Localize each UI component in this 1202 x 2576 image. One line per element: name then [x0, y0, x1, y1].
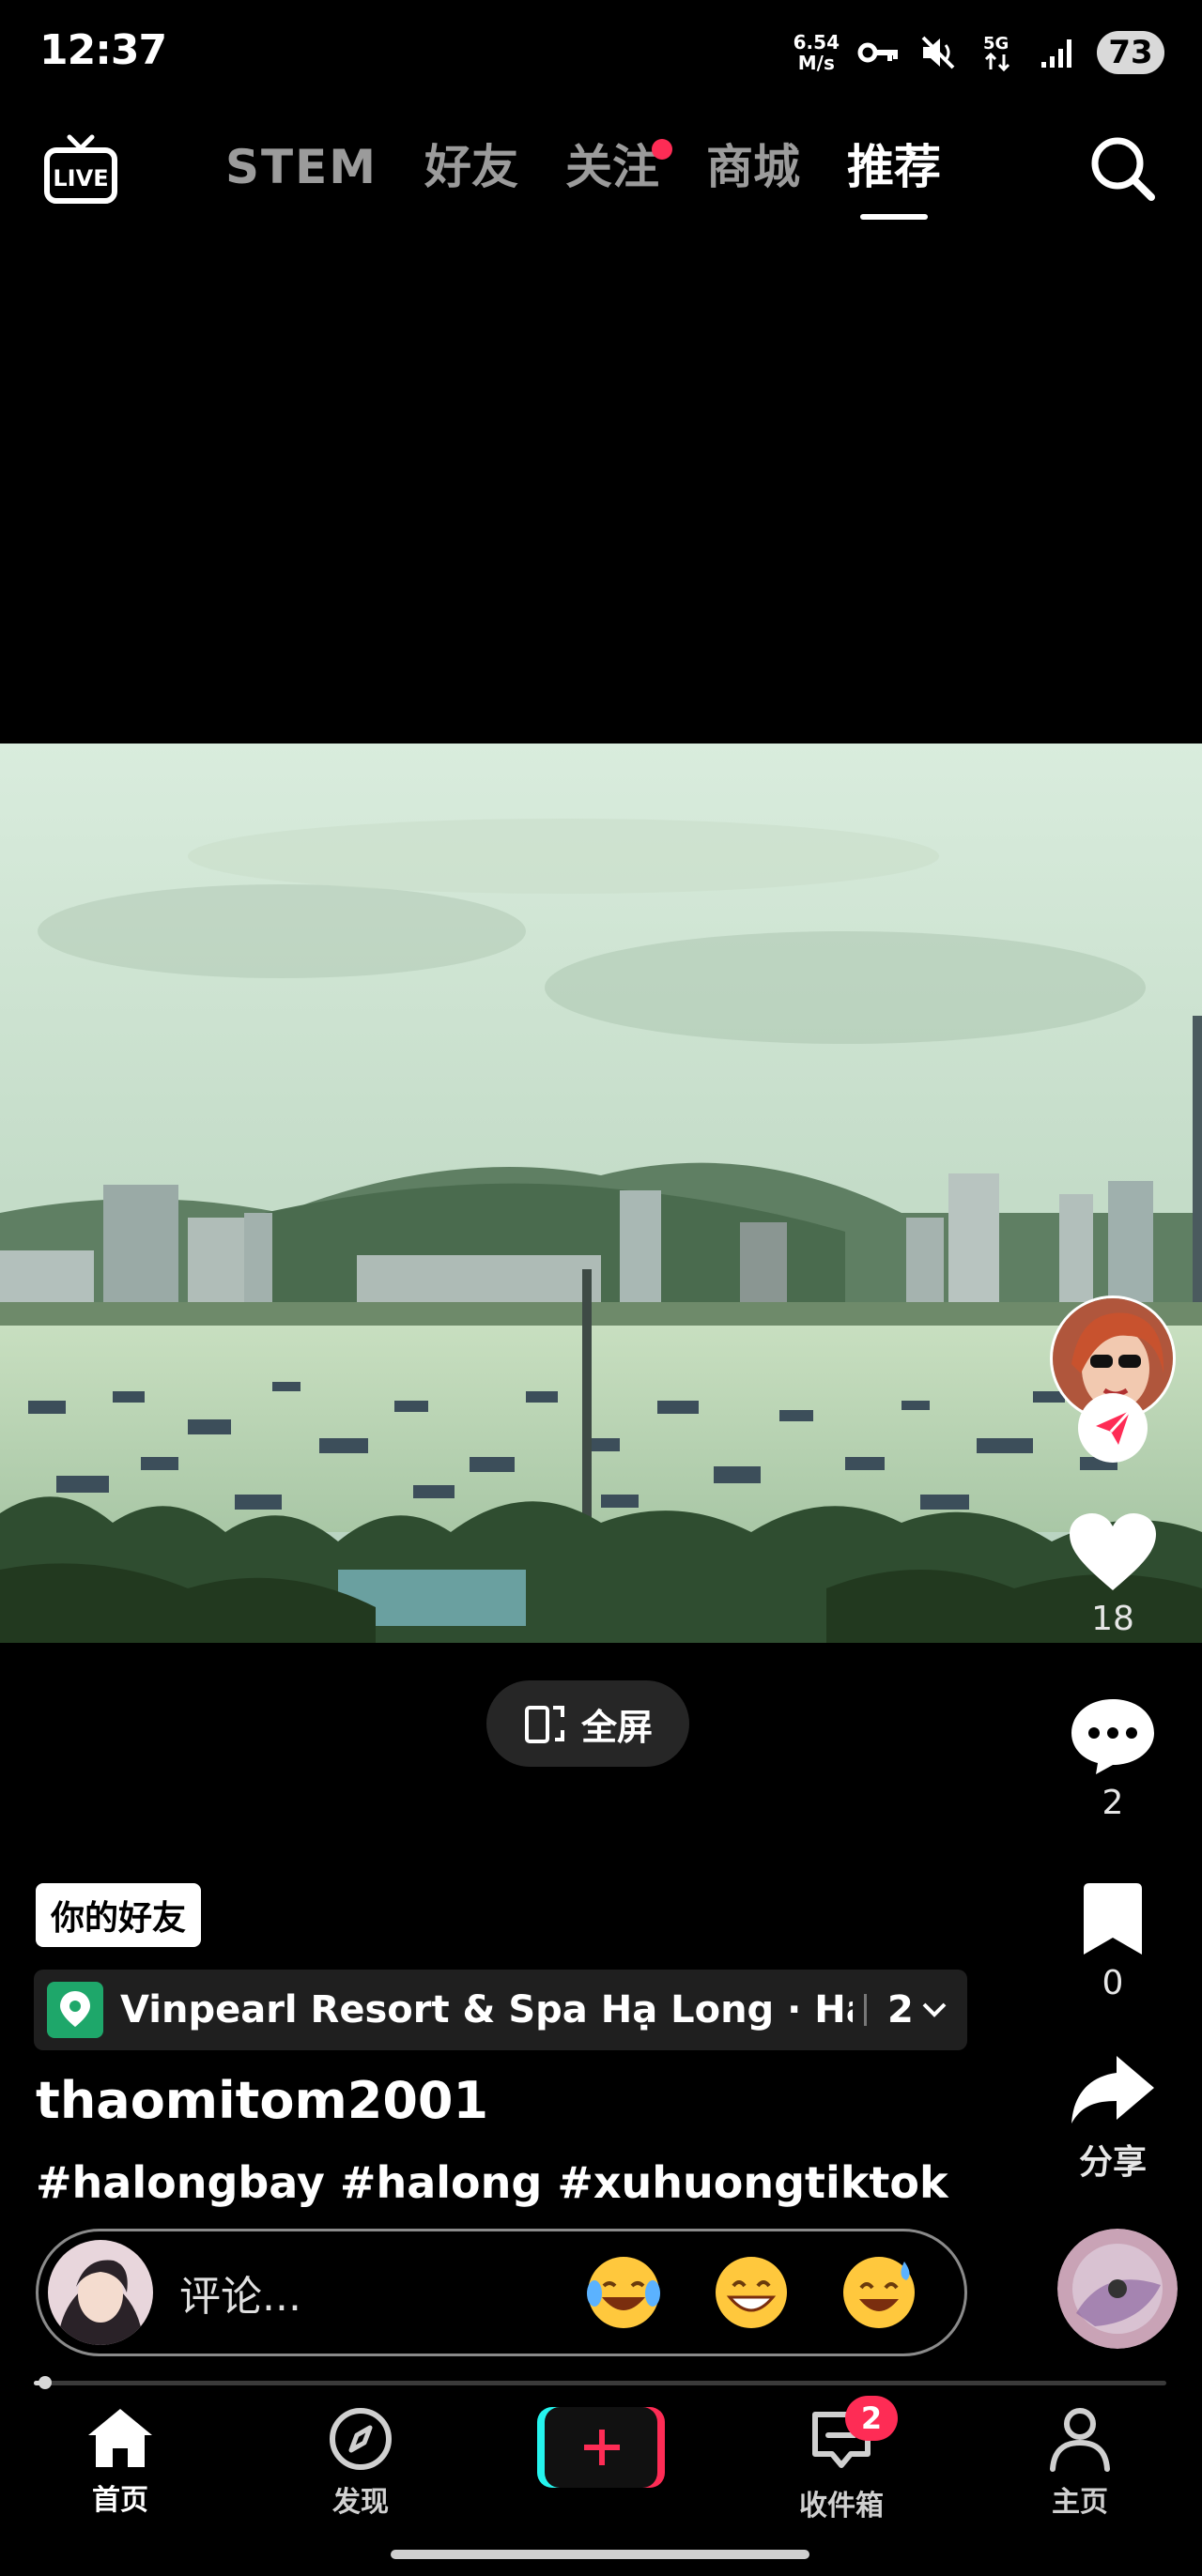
like-count: 18 [1091, 1600, 1134, 1638]
tab-stem[interactable]: STEM [225, 135, 378, 199]
live-label: LIVE [53, 165, 108, 192]
comment-icon [1071, 1699, 1154, 1774]
5g-icon: 5G [977, 31, 1020, 74]
video-hashtags[interactable]: #halongbay #halong #xuhuongtiktok [36, 2157, 948, 2208]
nav-profile[interactable]: 主页 [995, 2405, 1164, 2520]
tears-of-joy-emoji-icon[interactable] [583, 2252, 664, 2333]
favorite-button[interactable]: 0 [1052, 1881, 1174, 2002]
nav-inbox[interactable]: 2 收件箱 [757, 2396, 926, 2523]
home-icon [88, 2409, 152, 2467]
network-speed: 6.54 M/s [794, 32, 840, 73]
nav-tabs: STEM 好友 关注 商城 推荐 [225, 135, 988, 220]
live-button[interactable]: LIVE [41, 131, 120, 210]
fullscreen-label: 全屏 [580, 1706, 653, 1748]
create-button[interactable] [535, 2403, 667, 2490]
video-player[interactable] [0, 744, 1202, 1643]
battery-icon: 73 [1097, 31, 1164, 74]
user-avatar [48, 2240, 153, 2345]
sweat-smile-emoji-icon[interactable] [839, 2252, 919, 2333]
nav-discover-label: 发现 [332, 2486, 389, 2519]
comment-input-bar[interactable]: 评论... [36, 2229, 967, 2356]
grinning-emoji-icon[interactable] [711, 2252, 792, 2333]
tab-for-you-label: 推荐 [847, 140, 942, 194]
search-button[interactable] [1086, 131, 1161, 207]
active-tab-underline [860, 214, 929, 220]
fullscreen-button[interactable]: 全屏 [486, 1680, 689, 1767]
svg-text:5G: 5G [983, 34, 1009, 54]
location-divider [864, 1994, 867, 2026]
top-nav: LIVE STEM 好友 关注 商城 推荐 [0, 113, 1202, 235]
status-icons: 6.54 M/s 5G 73 [794, 26, 1164, 79]
follow-button[interactable] [1078, 1393, 1148, 1463]
network-speed-value: 6.54 [793, 31, 840, 54]
nav-inbox-label: 收件箱 [799, 2490, 884, 2522]
video-progress-bar[interactable] [34, 2376, 1166, 2389]
comment-count: 2 [1102, 1784, 1124, 1822]
mute-icon [917, 31, 960, 74]
nav-home-label: 首页 [92, 2484, 148, 2517]
bookmark-icon [1084, 1883, 1142, 1955]
fullscreen-rotate-icon [524, 1706, 564, 1743]
share-icon [1071, 2056, 1154, 2124]
status-time: 12:37 [39, 26, 167, 74]
share-label: 分享 [1078, 2143, 1147, 2182]
tab-shop[interactable]: 商城 [706, 135, 800, 199]
location-bar[interactable]: Vinpearl Resort & Spa Hạ Long · Ha ... 2 [34, 1970, 967, 2050]
music-disc[interactable] [1057, 2229, 1178, 2349]
status-bar: 12:37 6.54 M/s 5G 73 [0, 0, 1202, 103]
signal-icon [1037, 31, 1080, 74]
comment-placeholder[interactable]: 评论... [179, 2262, 536, 2323]
plus-icon [537, 2407, 665, 2488]
video-frame-image [0, 744, 1202, 1643]
vpn-key-icon [856, 31, 900, 74]
location-name: Vinpearl Resort & Spa Hạ Long · Ha ... [120, 1988, 853, 2032]
tab-following[interactable]: 关注 [565, 135, 673, 199]
location-count[interactable]: 2 [887, 1988, 948, 2032]
tab-following-label: 关注 [565, 140, 660, 194]
tab-for-you[interactable]: 推荐 [847, 135, 942, 220]
location-count-value: 2 [887, 1988, 914, 2032]
inbox-badge: 2 [845, 2396, 898, 2441]
progress-handle[interactable] [39, 2376, 53, 2389]
inbox-icon-wrap: 2 [808, 2396, 898, 2476]
compass-icon [330, 2408, 392, 2470]
location-pin-icon [47, 1982, 103, 2038]
comment-button[interactable]: 2 [1052, 1695, 1174, 1822]
nav-home[interactable]: 首页 [36, 2405, 205, 2518]
home-indicator[interactable] [391, 2550, 809, 2559]
send-icon [1096, 1409, 1132, 1445]
live-tv-icon: LIVE [44, 134, 117, 204]
chevron-down-icon [922, 2002, 947, 2017]
profile-icon [1050, 2408, 1110, 2472]
creator-username[interactable]: thaomitom2001 [36, 2071, 488, 2130]
bottom-nav: 首页 发现 2 收件箱 主页 [0, 2392, 1202, 2542]
tab-friends[interactable]: 好友 [424, 135, 518, 199]
share-button[interactable]: 分享 [1052, 2052, 1174, 2184]
favorite-count: 0 [1102, 1964, 1124, 2002]
friend-tag: 你的好友 [36, 1883, 202, 1947]
like-button[interactable]: 18 [1052, 1511, 1174, 1638]
network-speed-unit: M/s [797, 52, 835, 74]
nav-profile-label: 主页 [1052, 2486, 1108, 2519]
heart-icon [1070, 1513, 1156, 1590]
notification-dot [652, 139, 673, 160]
search-icon [1091, 137, 1155, 201]
nav-discover[interactable]: 发现 [276, 2405, 445, 2520]
